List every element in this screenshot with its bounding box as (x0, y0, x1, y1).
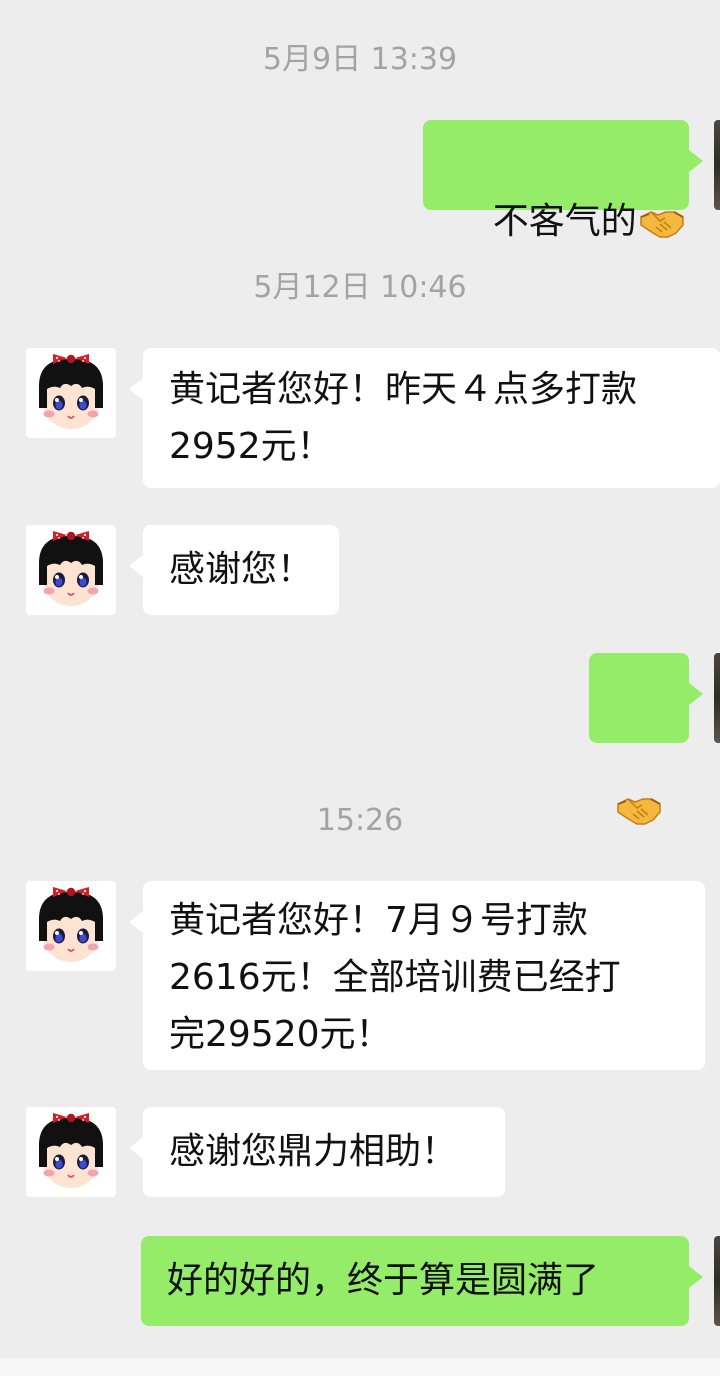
outgoing-message-bubble[interactable]: 不客气的 (423, 120, 703, 242)
outgoing-message-bubble[interactable] (589, 653, 703, 743)
handshake-emoji-icon (639, 206, 685, 240)
girl-avatar-icon (26, 525, 116, 615)
incoming-message-bubble[interactable]: 黄记者您好！7月９号打款 2616元！全部培训费已经打 完29520元！ (129, 881, 705, 1070)
timestamp: 15:26 (316, 803, 404, 838)
girl-avatar-icon (26, 881, 116, 971)
incoming-message-bubble[interactable]: 感谢您！ (129, 525, 339, 615)
self-avatar[interactable] (714, 1236, 720, 1326)
self-avatar[interactable] (714, 120, 720, 210)
girl-avatar-icon (26, 348, 116, 438)
girl-avatar-icon (26, 1107, 116, 1197)
input-bar-edge (0, 1358, 720, 1376)
contact-avatar[interactable] (26, 881, 116, 971)
incoming-message-bubble[interactable]: 黄记者您好！昨天４点多打款 2952元！ (129, 348, 720, 488)
chat-area[interactable]: 5月9日 13:39 不客气的 5月12日 10:46 黄记者您好！昨天４点多打… (0, 0, 720, 1376)
contact-avatar[interactable] (26, 525, 116, 615)
timestamp: 5月9日 13:39 (262, 42, 458, 77)
message-text: 不客气的 (492, 201, 637, 242)
incoming-message-bubble[interactable]: 感谢您鼎力相助！ (129, 1107, 505, 1197)
timestamp: 5月12日 10:46 (253, 270, 467, 305)
contact-avatar[interactable] (26, 1107, 116, 1197)
self-avatar[interactable] (714, 653, 720, 743)
outgoing-message-bubble[interactable]: 好的好的，终于算是圆满了 (141, 1236, 703, 1326)
contact-avatar[interactable] (26, 348, 116, 438)
